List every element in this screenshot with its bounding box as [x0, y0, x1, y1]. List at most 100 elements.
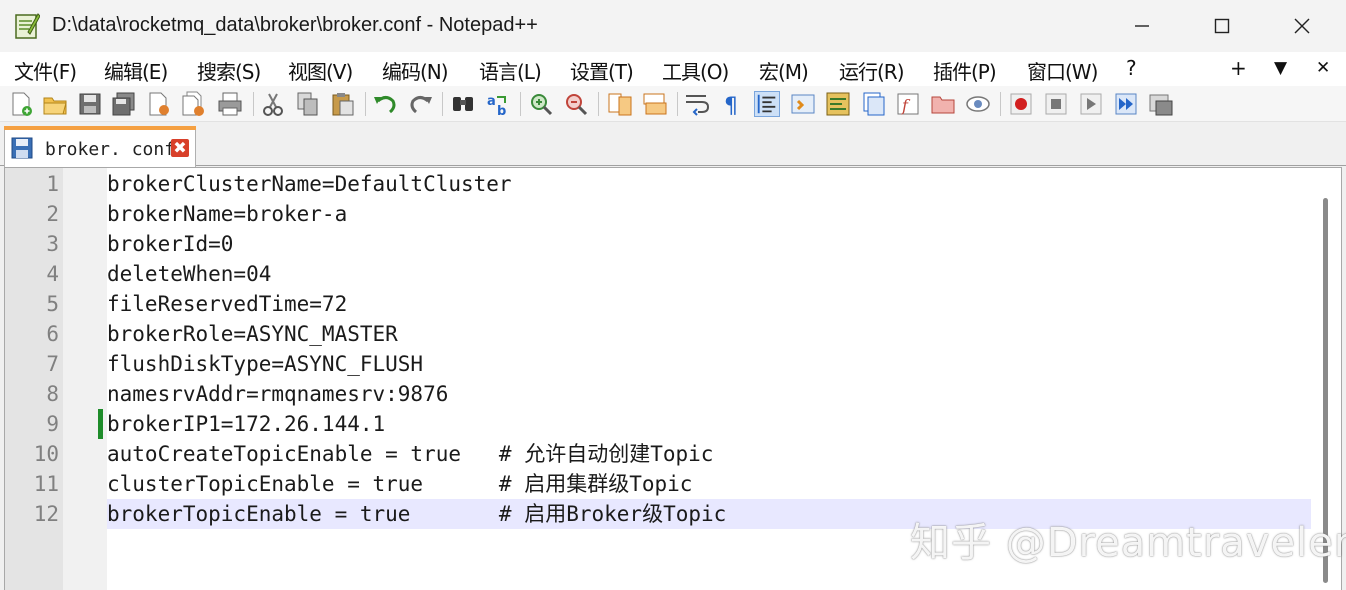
- zoom-in-icon[interactable]: [528, 91, 554, 117]
- code-line[interactable]: clusterTopicEnable = true # 启用集群级Topic: [107, 469, 692, 499]
- code-line[interactable]: autoCreateTopicEnable = true # 允许自动创建Top…: [107, 439, 713, 469]
- tab-label: broker. conf: [45, 139, 176, 160]
- active-tab-indicator: [4, 126, 196, 130]
- copy-icon[interactable]: [295, 91, 321, 117]
- line-number: 2: [46, 202, 59, 226]
- svg-text:a: a: [487, 94, 496, 109]
- cut-icon[interactable]: [260, 91, 286, 117]
- maximize-icon: [1214, 18, 1230, 34]
- sync-horizontal-icon[interactable]: [642, 91, 668, 117]
- watermark: 知乎 @Dreamtraveler: [910, 520, 1346, 566]
- code-line[interactable]: brokerIP1=172.26.144.1: [107, 409, 385, 439]
- close-doc-button[interactable]: ✕: [1316, 58, 1330, 78]
- new-file-icon[interactable]: [8, 91, 34, 117]
- save-icon[interactable]: [77, 91, 103, 117]
- menu-bar: 文件(F) 编辑(E) 搜索(S) 视图(V) 编码(N) 语言(L) 设置(T…: [0, 52, 1346, 86]
- toolbar-separator: [442, 92, 443, 116]
- zoom-out-icon[interactable]: [563, 91, 589, 117]
- save-macro-icon[interactable]: [1148, 91, 1174, 117]
- save-all-icon[interactable]: [111, 91, 137, 117]
- code-line[interactable]: brokerClusterName=DefaultCluster: [107, 169, 512, 199]
- show-all-characters-icon[interactable]: ¶: [719, 91, 745, 117]
- menu-language[interactable]: 语言(L): [479, 56, 542, 85]
- window-title: D:\data\rocketmq_data\broker\broker.conf…: [52, 14, 538, 36]
- function-list-icon[interactable]: f: [895, 91, 921, 117]
- svg-text:b: b: [497, 104, 506, 117]
- line-number: 6: [46, 322, 59, 346]
- new-tab-button[interactable]: +: [1230, 56, 1247, 80]
- menu-file[interactable]: 文件(F): [14, 56, 77, 85]
- record-macro-icon[interactable]: [1008, 91, 1034, 117]
- code-line[interactable]: brokerTopicEnable = true # 启用Broker级Topi…: [107, 499, 726, 529]
- minimize-icon: [1135, 25, 1149, 27]
- close-file-icon[interactable]: [146, 91, 172, 117]
- toolbar-separator: [1000, 92, 1001, 116]
- document-map-icon[interactable]: [825, 91, 851, 117]
- code-line[interactable]: namesrvAddr=rmqnamesrv:9876: [107, 379, 448, 409]
- menu-tools[interactable]: 工具(O): [662, 56, 729, 85]
- stop-macro-icon[interactable]: [1043, 91, 1069, 117]
- fold-margin: [63, 168, 107, 590]
- tab-bar: broker. conf ✖: [0, 122, 1346, 167]
- line-number: 10: [33, 442, 59, 466]
- monitoring-icon[interactable]: [965, 91, 991, 117]
- svg-text:¶: ¶: [724, 94, 738, 117]
- find-icon[interactable]: [450, 91, 476, 117]
- code-line[interactable]: flushDiskType=ASYNC_FLUSH: [107, 349, 423, 379]
- code-line[interactable]: deleteWhen=04: [107, 259, 271, 289]
- line-number: 4: [46, 262, 59, 286]
- redo-icon[interactable]: [408, 91, 434, 117]
- print-icon[interactable]: [217, 91, 243, 117]
- menu-encoding[interactable]: 编码(N): [382, 56, 449, 85]
- word-wrap-icon[interactable]: [684, 91, 710, 117]
- close-icon: [1294, 18, 1310, 34]
- menu-edit[interactable]: 编辑(E): [104, 56, 168, 85]
- line-number: 7: [46, 352, 59, 376]
- line-number: 11: [33, 472, 59, 496]
- toolbar-separator: [253, 92, 254, 116]
- line-number: 9: [46, 412, 59, 436]
- toolbar: ab ¶ f: [0, 86, 1346, 122]
- code-line[interactable]: brokerRole=ASYNC_MASTER: [107, 319, 398, 349]
- notepad-plus-plus-icon: [15, 13, 40, 39]
- title-bar: D:\data\rocketmq_data\broker\broker.conf…: [0, 0, 1346, 52]
- sync-vertical-icon[interactable]: [607, 91, 633, 117]
- document-list-icon[interactable]: [860, 91, 886, 117]
- menu-view[interactable]: 视图(V): [288, 56, 353, 85]
- tab-close-button[interactable]: ✖: [171, 139, 189, 157]
- line-number: 8: [46, 382, 59, 406]
- play-macro-icon[interactable]: [1078, 91, 1104, 117]
- code-line[interactable]: brokerId=0: [107, 229, 233, 259]
- replace-icon[interactable]: ab: [485, 91, 511, 117]
- menu-run[interactable]: 运行(R): [839, 56, 905, 85]
- tab-broker-conf[interactable]: broker. conf ✖: [4, 126, 196, 167]
- line-number: 5: [46, 292, 59, 316]
- menu-plugins[interactable]: 插件(P): [933, 56, 997, 85]
- change-history-marker: [98, 409, 103, 439]
- menu-help[interactable]: ?: [1126, 56, 1137, 80]
- menu-macro[interactable]: 宏(M): [759, 56, 809, 85]
- undo-icon[interactable]: [372, 91, 398, 117]
- maximize-button[interactable]: [1182, 0, 1262, 52]
- menu-settings[interactable]: 设置(T): [570, 56, 634, 85]
- run-macro-multiple-icon[interactable]: [1113, 91, 1139, 117]
- toolbar-separator: [365, 92, 366, 116]
- line-number: 1: [46, 172, 59, 196]
- code-line[interactable]: brokerName=broker-a: [107, 199, 347, 229]
- paste-icon[interactable]: [330, 91, 356, 117]
- menu-search[interactable]: 搜索(S): [197, 56, 261, 85]
- tab-list-dropdown[interactable]: ▼: [1274, 58, 1287, 78]
- minimize-button[interactable]: [1102, 0, 1182, 52]
- indent-guide-icon[interactable]: [754, 91, 780, 117]
- toolbar-separator: [677, 92, 678, 116]
- close-button[interactable]: [1262, 0, 1342, 52]
- saved-file-icon: [11, 137, 33, 159]
- open-file-icon[interactable]: [42, 91, 68, 117]
- udl-icon[interactable]: [790, 91, 816, 117]
- code-line[interactable]: fileReservedTime=72: [107, 289, 347, 319]
- folder-as-workspace-icon[interactable]: [930, 91, 956, 117]
- close-all-icon[interactable]: [181, 91, 207, 117]
- menu-window[interactable]: 窗口(W): [1027, 56, 1098, 85]
- toolbar-separator: [598, 92, 599, 116]
- line-number: 3: [46, 232, 59, 256]
